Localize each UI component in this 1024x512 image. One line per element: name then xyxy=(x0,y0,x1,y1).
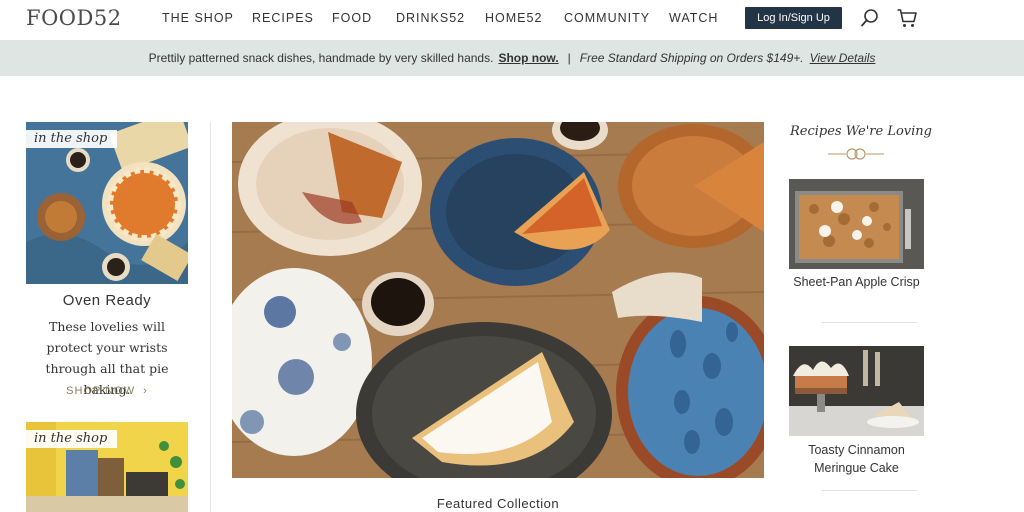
shop-card-image-2[interactable]: in the shop xyxy=(26,422,188,512)
cart-icon[interactable] xyxy=(896,7,918,29)
site-logo[interactable]: FOOD52 xyxy=(26,6,122,30)
shipping-text: Free Standard Shipping on Orders $149+. xyxy=(579,51,804,65)
meringue-cake-photo xyxy=(789,346,924,436)
promo-banner: Prettily patterned snack dishes, handmad… xyxy=(0,40,1024,76)
ornament-divider-icon xyxy=(828,148,884,160)
search-icon[interactable] xyxy=(860,8,880,28)
promo-shop-link[interactable]: Shop now. xyxy=(498,51,558,65)
site-header: FOOD52 THE SHOP RECIPES FOOD DRINKS52 HO… xyxy=(0,0,1024,40)
apple-crisp-photo xyxy=(789,179,924,269)
promo-separator: | xyxy=(567,51,571,65)
nav-recipes[interactable]: RECIPES xyxy=(252,11,314,25)
nav-drinks52[interactable]: DRINKS52 xyxy=(396,11,465,25)
in-the-shop-tag: in the shop xyxy=(26,130,118,148)
login-signup-button[interactable]: Log In/Sign Up xyxy=(745,7,842,29)
recipe-image-meringue-cake[interactable] xyxy=(789,346,924,436)
nav-food[interactable]: FOOD xyxy=(332,11,372,25)
shop-now-label: SHOP NOW xyxy=(66,385,136,397)
column-divider xyxy=(210,122,211,512)
card-title[interactable]: Oven Ready xyxy=(26,292,188,309)
shop-card-image[interactable]: in the shop xyxy=(26,122,188,284)
recipe-divider xyxy=(821,322,917,323)
nav-the-shop[interactable]: THE SHOP xyxy=(162,11,234,25)
in-the-shop-tag-2: in the shop xyxy=(26,430,118,448)
promo-text: Prettily patterned snack dishes, handmad… xyxy=(148,51,494,65)
featured-collection-caption[interactable]: Featured Collection xyxy=(232,496,764,511)
nav-home52[interactable]: HOME52 xyxy=(485,11,542,25)
featured-collection-image[interactable] xyxy=(232,122,764,478)
recipe-title-apple-crisp[interactable]: Sheet-Pan Apple Crisp xyxy=(789,273,924,291)
recipe-divider xyxy=(821,490,917,491)
recipes-heading: Recipes We're Loving xyxy=(790,124,933,139)
recipe-title-meringue-cake[interactable]: Toasty Cinnamon Meringue Cake xyxy=(789,441,924,477)
nav-community[interactable]: COMMUNITY xyxy=(564,11,650,25)
nav-watch[interactable]: WATCH xyxy=(669,11,718,25)
chevron-right-icon: › xyxy=(143,385,148,397)
view-details-link[interactable]: View Details xyxy=(810,51,876,65)
pie-dishes-hero-photo xyxy=(232,122,764,478)
recipe-image-apple-crisp[interactable] xyxy=(789,179,924,269)
shop-now-link[interactable]: SHOP NOW › xyxy=(26,385,188,397)
